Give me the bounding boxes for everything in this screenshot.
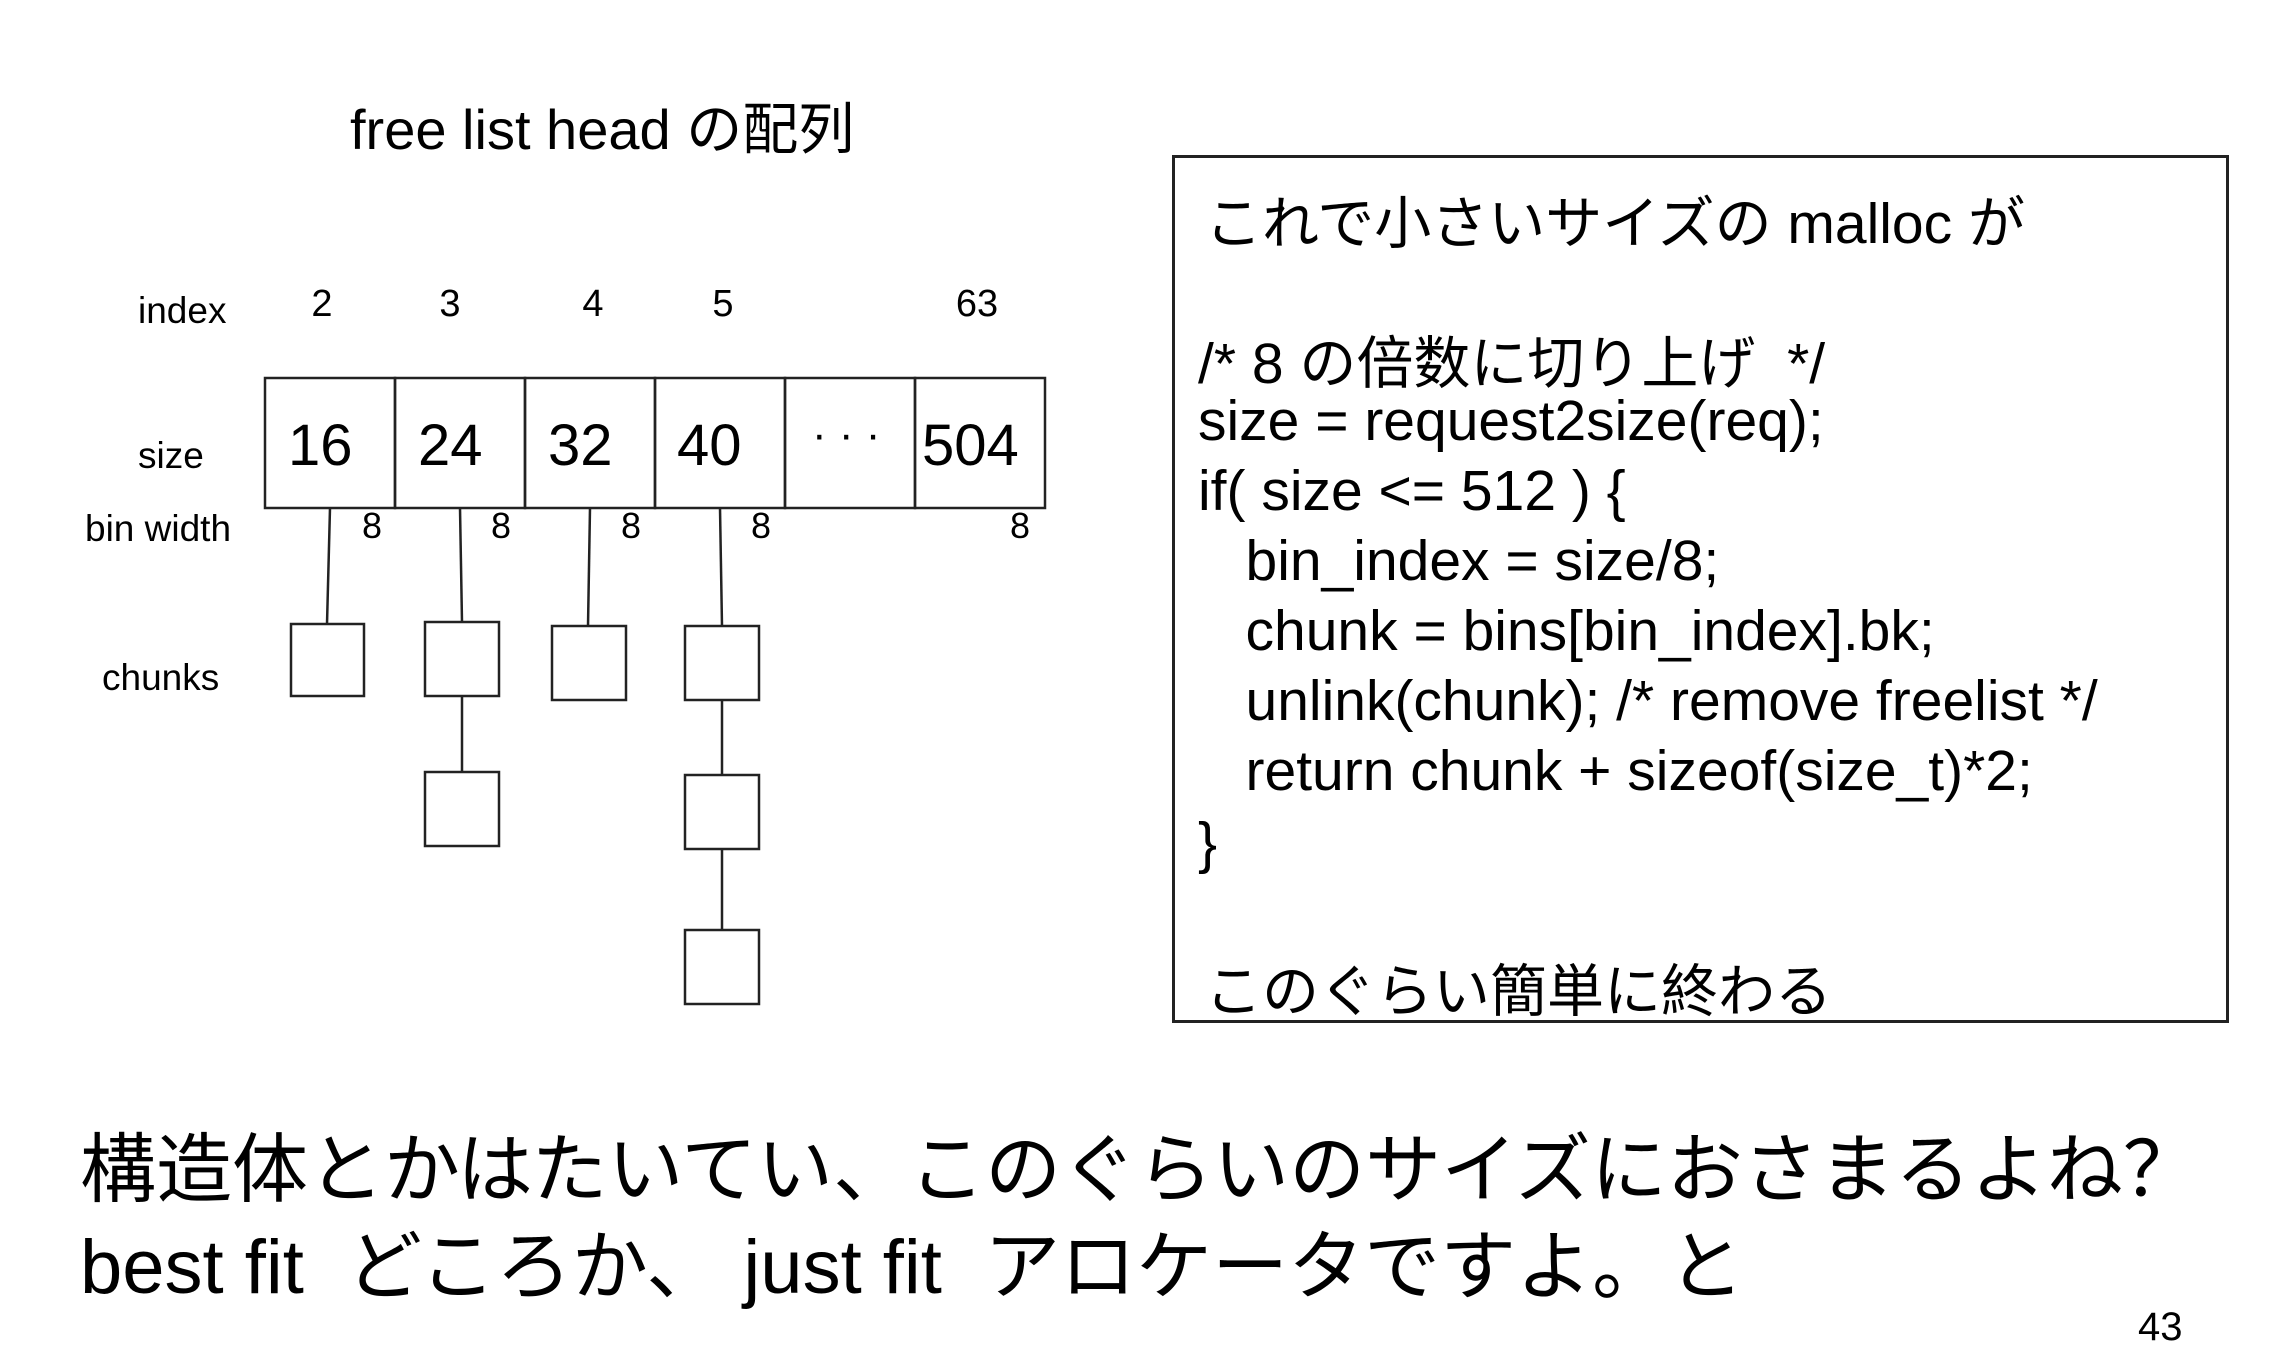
chunk-box xyxy=(289,622,366,698)
chunk-box xyxy=(423,770,501,848)
chunk-box xyxy=(550,624,628,702)
size-value: 24 xyxy=(418,413,483,478)
code-line: if( size <= 512 ) { xyxy=(1198,459,1626,523)
code-line: } xyxy=(1198,811,1218,875)
chunk-box xyxy=(423,620,501,698)
size-value: 504 xyxy=(922,413,1019,478)
code-box: これで小さいサイズの malloc が /* 8 の倍数に切り上げ */ siz… xyxy=(1172,155,2229,1024)
code-line: chunk = bins[bin_index].bk; xyxy=(1198,599,1935,663)
bottom-text-line-2: best fit どころか、 just fit アロケータですよ。と xyxy=(80,1225,1745,1310)
bin-width-value: 8 xyxy=(621,505,642,546)
code-line: size = request2size(req); xyxy=(1198,389,1824,453)
pointer-lines xyxy=(325,507,724,930)
bin-width-value: 8 xyxy=(751,505,772,546)
bin-width-value: 8 xyxy=(1010,505,1031,546)
code-line: bin_index = size/8; xyxy=(1198,529,1720,593)
size-value: 32 xyxy=(548,413,613,478)
chunk-box xyxy=(683,624,761,702)
chunk-boxes xyxy=(289,620,761,1006)
ellipsis: · · · xyxy=(812,410,881,459)
pointer-line xyxy=(718,507,724,627)
size-value: 16 xyxy=(288,413,353,478)
bottom-text-line-1: 構造体とかはたいてい、このぐらいのサイズにおさまるよね？ xyxy=(80,1128,2199,1213)
code-line: return chunk + sizeof(size_t)*2; xyxy=(1198,739,2033,803)
pointer-line xyxy=(325,507,332,625)
pointer-line xyxy=(586,507,592,627)
pointer-line xyxy=(458,507,464,623)
chunk-box xyxy=(683,773,761,851)
chunk-box xyxy=(683,928,761,1006)
bin-width-value: 8 xyxy=(362,505,383,546)
code-line: これで小さいサイズの malloc が xyxy=(1205,192,2025,256)
size-value: 40 xyxy=(677,413,742,478)
code-line: unlink(chunk); /* remove freelist */ xyxy=(1198,669,2098,733)
bin-width-value: 8 xyxy=(491,505,512,546)
code-line: このぐらい簡単に終わる xyxy=(1205,960,1832,1024)
page-number: 43 xyxy=(2138,1305,2183,1349)
